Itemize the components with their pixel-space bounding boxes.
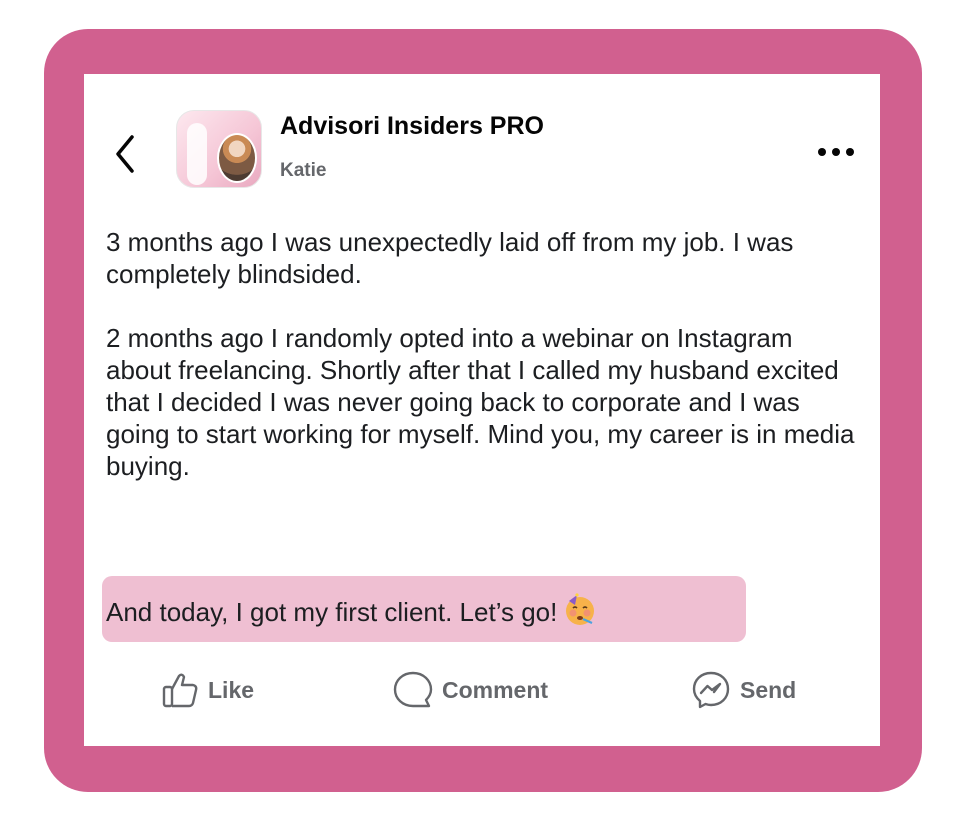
more-dots-icon [818, 148, 854, 156]
author-name[interactable]: Katie [280, 160, 326, 182]
post-paragraph: 3 months ago I was unexpectedly laid off… [106, 227, 794, 289]
post-paragraph: 2 months ago I randomly opted into a web… [106, 323, 855, 481]
highlight-text-row: And today, I got my first client. Let’s … [106, 593, 597, 634]
like-button[interactable]: Like [160, 668, 254, 712]
comment-button[interactable]: Comment [392, 668, 548, 712]
author-photo [217, 133, 257, 183]
group-avatar[interactable] [176, 110, 262, 188]
messenger-icon [692, 671, 730, 709]
comment-label: Comment [442, 676, 549, 703]
group-name[interactable]: Advisori Insiders PRO [280, 112, 544, 141]
chevron-left-icon [116, 135, 134, 173]
highlighted-line: And today, I got my first client. Let’s … [102, 576, 746, 642]
send-label: Send [740, 676, 797, 703]
post-card: Advisori Insiders PRO Katie 3 months ago… [84, 74, 880, 746]
speech-bubble-icon [393, 671, 433, 708]
thumbs-up-icon [162, 673, 198, 708]
post-body: 3 months ago I was unexpectedly laid off… [106, 226, 856, 482]
highlight-text: And today, I got my first client. Let’s … [106, 597, 558, 627]
send-button[interactable]: Send [690, 668, 796, 712]
avatar-decoration [187, 123, 207, 185]
more-options-button[interactable] [812, 142, 860, 162]
like-label: Like [208, 676, 255, 703]
back-button[interactable] [108, 129, 144, 179]
partying-face-icon [563, 593, 597, 634]
